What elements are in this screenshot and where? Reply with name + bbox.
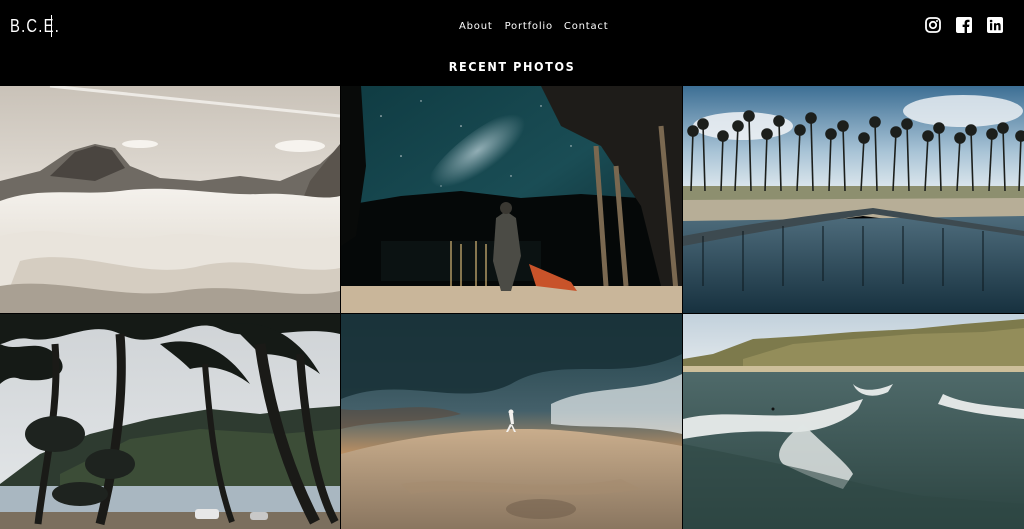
- site-logo[interactable]: B.C.E.: [10, 16, 60, 36]
- nav-portfolio[interactable]: Portfolio: [505, 20, 553, 34]
- gallery-title: RECENT PHOTOS: [448, 59, 576, 74]
- nav-about[interactable]: About: [459, 20, 493, 34]
- photo-coastal-waves[interactable]: [683, 314, 1024, 529]
- linkedin-icon[interactable]: [987, 17, 1003, 35]
- photo-palm-trees-coast[interactable]: [0, 314, 340, 529]
- main-nav: About Portfolio Contact: [459, 20, 608, 34]
- photo-milky-way-kayak[interactable]: [341, 86, 682, 313]
- instagram-icon[interactable]: [925, 17, 941, 35]
- photo-palm-lagoon[interactable]: [683, 86, 1024, 313]
- site-header: B.C.E. About Portfolio Contact: [0, 0, 1024, 54]
- logo-divider: [51, 15, 52, 37]
- photo-mountain-clouds[interactable]: [0, 86, 340, 313]
- photo-grid: [0, 86, 1024, 529]
- facebook-icon[interactable]: [956, 17, 972, 35]
- photo-dune-sunset[interactable]: [341, 314, 682, 529]
- nav-contact[interactable]: Contact: [564, 20, 609, 34]
